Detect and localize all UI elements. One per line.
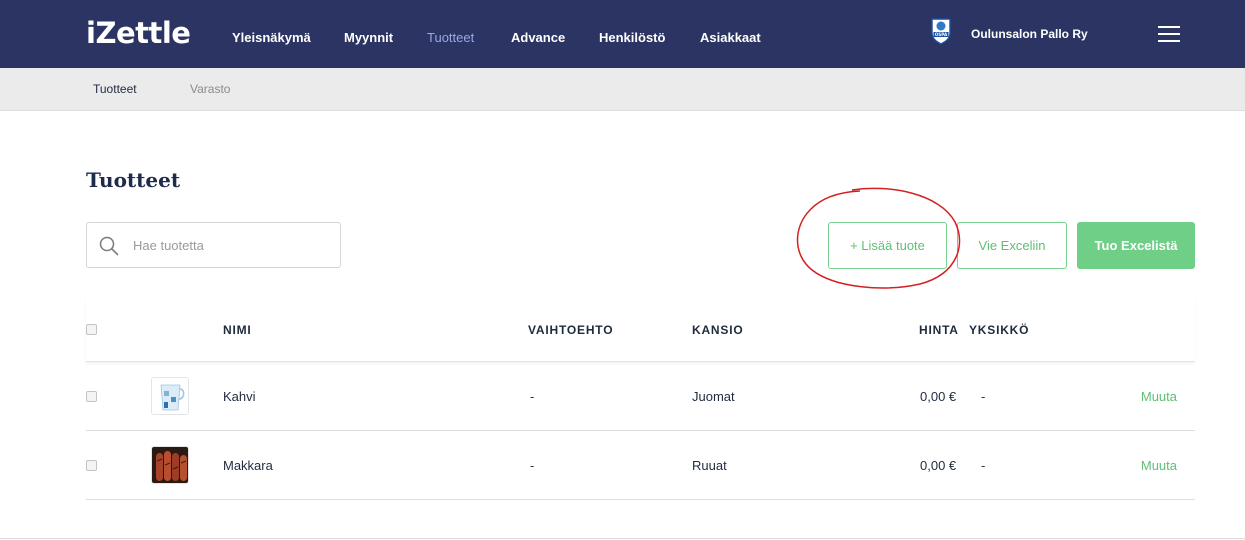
hamburger-icon[interactable] (1158, 26, 1180, 44)
import-excel-button[interactable]: Tuo Excelistä (1077, 222, 1195, 269)
izettle-logo[interactable]: iZettle (86, 16, 191, 50)
product-folder: Juomat (692, 389, 735, 404)
products-table: NIMI VAIHTOEHTO KANSIO HINTA YKSIKKÖ Kah… (86, 296, 1195, 500)
nav-item-advance[interactable]: Advance (511, 30, 565, 45)
page-title: Tuotteet (86, 168, 181, 192)
column-header-yksikko[interactable]: YKSIKKÖ (969, 323, 1029, 337)
search-input[interactable] (133, 235, 328, 255)
product-unit: - (981, 389, 986, 404)
organization-badge-icon[interactable]: OSPA (930, 17, 952, 45)
edit-product-link[interactable]: Muuta (1141, 389, 1177, 404)
column-header-nimi[interactable]: NIMI (223, 323, 252, 337)
product-name[interactable]: Makkara (223, 458, 273, 473)
nav-item-yleisnakyma[interactable]: Yleisnäkymä (232, 30, 311, 45)
subnav-item-tuotteet[interactable]: Tuotteet (93, 82, 137, 96)
column-header-hinta[interactable]: HINTA (919, 323, 959, 337)
row-checkbox[interactable] (86, 460, 97, 471)
table-row[interactable]: Makkara - Ruuat 0,00 € - Muuta (86, 431, 1195, 500)
row-checkbox[interactable] (86, 391, 97, 402)
search-box[interactable] (86, 222, 341, 268)
divider (0, 538, 1245, 539)
edit-product-link[interactable]: Muuta (1141, 458, 1177, 473)
column-header-kansio[interactable]: KANSIO (692, 323, 743, 337)
sub-navigation-bar: Tuotteet Varasto (0, 68, 1245, 111)
product-price: 0,00 € (920, 389, 957, 404)
product-name[interactable]: Kahvi (223, 389, 256, 404)
sausage-image (151, 446, 189, 484)
nav-item-tuotteet[interactable]: Tuotteet (427, 30, 474, 45)
select-all-checkbox[interactable] (86, 324, 97, 335)
product-folder: Ruuat (692, 458, 727, 473)
add-product-button[interactable]: + Lisää tuote (828, 222, 947, 269)
nav-item-myynnit[interactable]: Myynnit (344, 30, 393, 45)
product-variant: - (530, 389, 535, 404)
table-row[interactable]: Kahvi - Juomat 0,00 € - Muuta (86, 362, 1195, 431)
organization-badge-text: OSPA (935, 32, 948, 37)
nav-item-henkilosto[interactable]: Henkilöstö (599, 30, 665, 45)
subnav-item-varasto[interactable]: Varasto (190, 82, 230, 96)
top-navigation-bar: iZettle Yleisnäkymä Myynnit Tuotteet Adv… (0, 0, 1245, 68)
product-variant: - (530, 458, 535, 473)
product-price: 0,00 € (920, 458, 957, 473)
nav-item-asiakkaat[interactable]: Asiakkaat (700, 30, 761, 45)
column-header-vaihtoehto[interactable]: VAIHTOEHTO (528, 323, 613, 337)
organization-name[interactable]: Oulunsalon Pallo Ry (971, 27, 1088, 41)
search-icon (98, 235, 120, 257)
coffee-cup-icon (151, 377, 189, 415)
table-header: NIMI VAIHTOEHTO KANSIO HINTA YKSIKKÖ (86, 296, 1195, 362)
export-excel-button[interactable]: Vie Exceliin (957, 222, 1067, 269)
product-unit: - (981, 458, 986, 473)
